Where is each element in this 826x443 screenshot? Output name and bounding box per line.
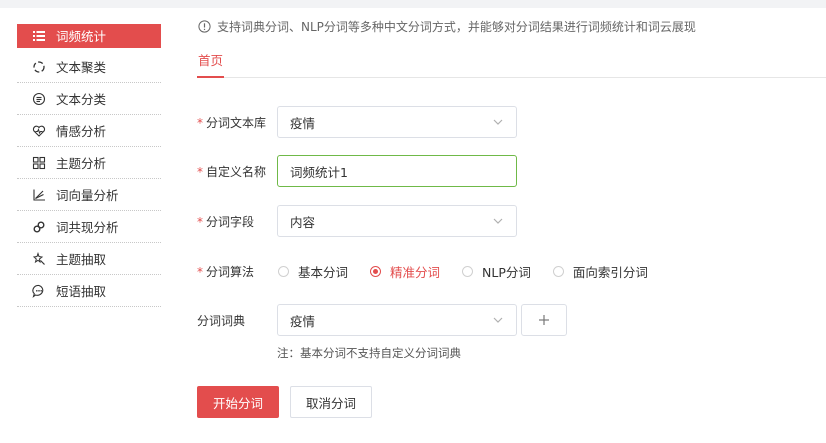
sidebar: 词频统计 文本聚类 文本分类 情感分析 主题分析 词向量分析 词共现分析 主题抽… [17, 24, 161, 307]
form-row-corpus: * 分词文本库 疫情 [197, 106, 517, 138]
custom-name-input[interactable] [277, 155, 517, 187]
sidebar-item-label: 词向量分析 [56, 188, 119, 203]
corpus-label: * 分词文本库 [197, 115, 267, 130]
dictionary-label: 分词词典 [197, 313, 246, 328]
sidebar-item-text-clustering[interactable]: 文本聚类 [17, 51, 161, 83]
sidebar-item-label: 主题抽取 [56, 252, 107, 267]
heart-pulse-icon [32, 124, 46, 138]
category-icon [32, 92, 46, 106]
sidebar-item-label: 文本分类 [56, 92, 107, 107]
dictionary-note: 注：基本分词不支持自定义分词词典 [277, 346, 461, 360]
top-strip [0, 0, 826, 8]
radio-circle [278, 266, 289, 277]
link-icon [32, 220, 46, 234]
chevron-down-icon [493, 317, 503, 323]
notice-text: 支持词典分词、NLP分词等多种中文分词方式，并能够对分词结果进行词频统计和词云展… [217, 20, 696, 34]
cluster-icon [32, 60, 46, 74]
form-row-dictionary: 分词词典 疫情 [197, 304, 567, 336]
plus-icon [539, 315, 549, 325]
radio-circle [462, 266, 474, 277]
vector-chart-icon [32, 188, 46, 202]
tab-bar: 首页 [197, 53, 826, 78]
sidebar-item-text-classification[interactable]: 文本分类 [17, 83, 161, 115]
sidebar-item-label: 词频统计 [56, 29, 107, 44]
tab-home[interactable]: 首页 [197, 53, 225, 78]
corpus-select-value: 疫情 [290, 115, 316, 131]
chevron-down-icon [493, 218, 503, 224]
radio-circle [370, 266, 382, 277]
field-select[interactable]: 内容 [277, 205, 517, 237]
radio-circle [552, 266, 564, 277]
add-dictionary-button[interactable] [521, 304, 567, 336]
sidebar-item-word-vector-analysis[interactable]: 词向量分析 [17, 179, 161, 211]
dictionary-select[interactable]: 疫情 [277, 304, 517, 336]
chat-bubble-icon [32, 284, 46, 298]
sidebar-item-phrase-extraction[interactable]: 短语抽取 [17, 275, 161, 307]
radio-index[interactable]: 面向索引分词 [552, 262, 648, 281]
cancel-segmentation-button[interactable]: 取消分词 [290, 386, 372, 418]
info-icon [198, 20, 211, 33]
grid-icon [32, 156, 46, 170]
radio-precise[interactable]: 精准分词 [370, 262, 440, 281]
info-notice: 支持词典分词、NLP分词等多种中文分词方式，并能够对分词结果进行词频统计和词云展… [198, 18, 696, 35]
algorithm-label: * 分词算法 [197, 265, 255, 279]
sidebar-item-label: 主题分析 [56, 156, 107, 171]
field-select-value: 内容 [290, 214, 316, 230]
sidebar-item-label: 情感分析 [56, 124, 107, 139]
magic-wand-icon [32, 251, 46, 266]
algorithm-radio-group: 基本分词 精准分词 NLP分词 面向索引分词 [277, 262, 670, 281]
sidebar-item-label: 文本聚类 [56, 60, 107, 75]
form-row-field: * 分词字段 内容 [197, 205, 517, 237]
sidebar-item-topic-extraction[interactable]: 主题抽取 [17, 243, 161, 275]
corpus-select[interactable]: 疫情 [277, 106, 517, 138]
radio-nlp[interactable]: NLP分词 [462, 262, 531, 281]
form-row-algorithm: * 分词算法 基本分词 精准分词 NLP分词 面向索引分词 [197, 262, 670, 281]
sidebar-item-label: 短语抽取 [56, 284, 107, 299]
name-label: * 自定义名称 [197, 164, 267, 179]
sidebar-item-topic-analysis[interactable]: 主题分析 [17, 147, 161, 179]
sidebar-item-word-frequency[interactable]: 词频统计 [17, 24, 161, 48]
field-label: * 分词字段 [197, 214, 255, 229]
list-icon [32, 29, 46, 43]
sidebar-item-label: 词共现分析 [56, 220, 119, 235]
form-row-name: * 自定义名称 [197, 155, 517, 187]
chevron-down-icon [493, 119, 503, 125]
sidebar-item-sentiment-analysis[interactable]: 情感分析 [17, 115, 161, 147]
radio-basic[interactable]: 基本分词 [278, 262, 348, 281]
sidebar-item-cooccurrence-analysis[interactable]: 词共现分析 [17, 211, 161, 243]
dictionary-select-value: 疫情 [290, 313, 316, 329]
start-segmentation-button[interactable]: 开始分词 [197, 386, 279, 418]
